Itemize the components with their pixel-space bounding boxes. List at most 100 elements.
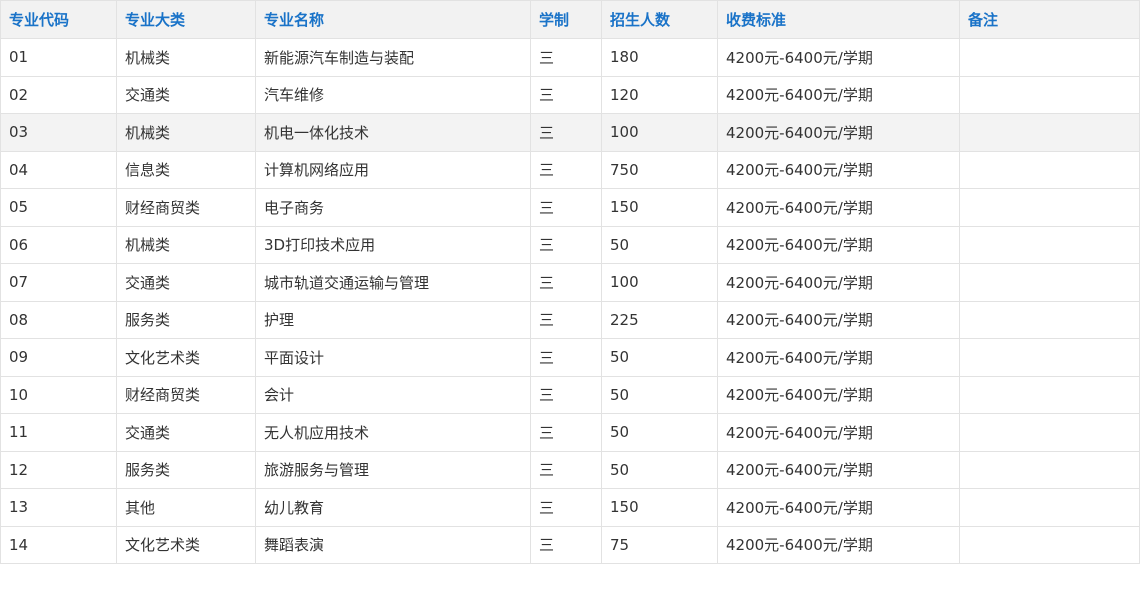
- cell-remarks: [959, 300, 1140, 339]
- cell-major-code: 02: [0, 75, 117, 114]
- cell-remarks: [959, 338, 1140, 377]
- table-body: 01 机械类 新能源汽车制造与装配三 180 4200元-6400元/学期 02 交通类 汽车…: [0, 38, 1140, 564]
- cell-fee: 4200元-6400元/学期: [717, 450, 960, 489]
- cell-fee: 4200元-6400元/学期: [717, 300, 960, 339]
- cell-fee: 4200元-6400元/学期: [717, 225, 960, 264]
- cell-major-category: 机械类: [116, 225, 256, 264]
- cell-fee: 4200元-6400元/学期: [717, 38, 960, 77]
- table-row: 07 交通类 城市轨道交通运输与管理三 100 4200元-6400元/学期: [0, 263, 1140, 302]
- cell-major-name: 无人机应用技术: [255, 413, 531, 452]
- header-major-name: 专业名称: [255, 0, 531, 39]
- cell-major-code: 12: [0, 450, 117, 489]
- cell-major-category: 财经商贸类: [116, 375, 256, 414]
- cell-duration: 三: [530, 338, 602, 377]
- cell-major-category: 服务类: [116, 450, 256, 489]
- table-row: 02 交通类 汽车维修三 120 4200元-6400元/学期: [0, 75, 1140, 114]
- cell-enrollment: 180: [601, 38, 718, 77]
- cell-major-category: 交通类: [116, 263, 256, 302]
- cell-major-name: 电子商务: [255, 188, 531, 227]
- cell-major-name: 幼儿教育: [255, 488, 531, 527]
- cell-major-name: 汽车维修: [255, 75, 531, 114]
- cell-major-category: 机械类: [116, 113, 256, 152]
- cell-major-name: 3D打印技术应用: [255, 225, 531, 264]
- cell-major-code: 05: [0, 188, 117, 227]
- cell-major-code: 03: [0, 113, 117, 152]
- cell-enrollment: 50: [601, 450, 718, 489]
- cell-major-code: 06: [0, 225, 117, 264]
- enrollment-table: 专业代码 专业大类 专业名称 学制 招生人数 收费标准 备注 01 机械类 新能源汽…: [0, 0, 1140, 564]
- header-remarks: 备注: [959, 0, 1140, 39]
- cell-fee: 4200元-6400元/学期: [717, 338, 960, 377]
- table-row: 12 服务类 旅游服务与管理三 50 4200元-6400元/学期: [0, 450, 1140, 489]
- cell-duration: 三: [530, 413, 602, 452]
- cell-major-name: 计算机网络应用: [255, 150, 531, 189]
- cell-fee: 4200元-6400元/学期: [717, 375, 960, 414]
- cell-enrollment: 120: [601, 75, 718, 114]
- cell-fee: 4200元-6400元/学期: [717, 263, 960, 302]
- table-row: 05 财经商贸类 电子商务三 150 4200元-6400元/学期: [0, 188, 1140, 227]
- table-row: 03 机械类 机电一体化技术三 100 4200元-6400元/学期: [0, 113, 1140, 152]
- cell-remarks: [959, 225, 1140, 264]
- cell-major-code: 11: [0, 413, 117, 452]
- header-duration: 学制: [530, 0, 602, 39]
- cell-fee: 4200元-6400元/学期: [717, 488, 960, 527]
- cell-fee: 4200元-6400元/学期: [717, 188, 960, 227]
- cell-enrollment: 100: [601, 113, 718, 152]
- cell-remarks: [959, 525, 1140, 564]
- cell-duration: 三: [530, 525, 602, 564]
- cell-major-category: 服务类: [116, 300, 256, 339]
- cell-enrollment: 150: [601, 488, 718, 527]
- cell-major-category: 信息类: [116, 150, 256, 189]
- header-major-code: 专业代码: [0, 0, 117, 39]
- cell-major-code: 04: [0, 150, 117, 189]
- cell-enrollment: 100: [601, 263, 718, 302]
- cell-major-name: 机电一体化技术: [255, 113, 531, 152]
- cell-enrollment: 50: [601, 375, 718, 414]
- cell-remarks: [959, 188, 1140, 227]
- table-row: 11 交通类 无人机应用技术三 50 4200元-6400元/学期: [0, 413, 1140, 452]
- cell-fee: 4200元-6400元/学期: [717, 525, 960, 564]
- cell-remarks: [959, 263, 1140, 302]
- cell-duration: 三: [530, 263, 602, 302]
- cell-duration: 三: [530, 188, 602, 227]
- cell-major-category: 机械类: [116, 38, 256, 77]
- cell-major-category: 交通类: [116, 75, 256, 114]
- cell-major-name: 平面设计: [255, 338, 531, 377]
- cell-enrollment: 50: [601, 225, 718, 264]
- cell-enrollment: 150: [601, 188, 718, 227]
- cell-major-name: 城市轨道交通运输与管理: [255, 263, 531, 302]
- cell-remarks: [959, 113, 1140, 152]
- cell-duration: 三: [530, 488, 602, 527]
- cell-duration: 三: [530, 38, 602, 77]
- cell-duration: 三: [530, 75, 602, 114]
- cell-major-code: 10: [0, 375, 117, 414]
- cell-major-name: 会计: [255, 375, 531, 414]
- table-row: 06 机械类 3D打印技术应用三 50 4200元-6400元/学期: [0, 225, 1140, 264]
- cell-major-code: 09: [0, 338, 117, 377]
- cell-enrollment: 50: [601, 338, 718, 377]
- cell-remarks: [959, 150, 1140, 189]
- cell-major-code: 07: [0, 263, 117, 302]
- table-row: 04 信息类 计算机网络应用三 750 4200元-6400元/学期: [0, 150, 1140, 189]
- cell-enrollment: 225: [601, 300, 718, 339]
- cell-enrollment: 50: [601, 413, 718, 452]
- table-row: 09 文化艺术类 平面设计三 50 4200元-6400元/学期: [0, 338, 1140, 377]
- cell-major-category: 其他: [116, 488, 256, 527]
- header-fee: 收费标准: [717, 0, 960, 39]
- cell-major-category: 文化艺术类: [116, 525, 256, 564]
- cell-remarks: [959, 488, 1140, 527]
- cell-enrollment: 750: [601, 150, 718, 189]
- cell-major-name: 旅游服务与管理: [255, 450, 531, 489]
- table-row: 14 文化艺术类 舞蹈表演三 75 4200元-6400元/学期: [0, 525, 1140, 564]
- table-row: 13 其他 幼儿教育三 150 4200元-6400元/学期: [0, 488, 1140, 527]
- table-row: 10 财经商贸类 会计三 50 4200元-6400元/学期: [0, 375, 1140, 414]
- cell-enrollment: 75: [601, 525, 718, 564]
- cell-remarks: [959, 38, 1140, 77]
- cell-duration: 三: [530, 375, 602, 414]
- cell-fee: 4200元-6400元/学期: [717, 150, 960, 189]
- header-enrollment: 招生人数: [601, 0, 718, 39]
- table-row: 08 服务类 护理三 225 4200元-6400元/学期: [0, 300, 1140, 339]
- cell-major-code: 08: [0, 300, 117, 339]
- cell-fee: 4200元-6400元/学期: [717, 113, 960, 152]
- cell-duration: 三: [530, 225, 602, 264]
